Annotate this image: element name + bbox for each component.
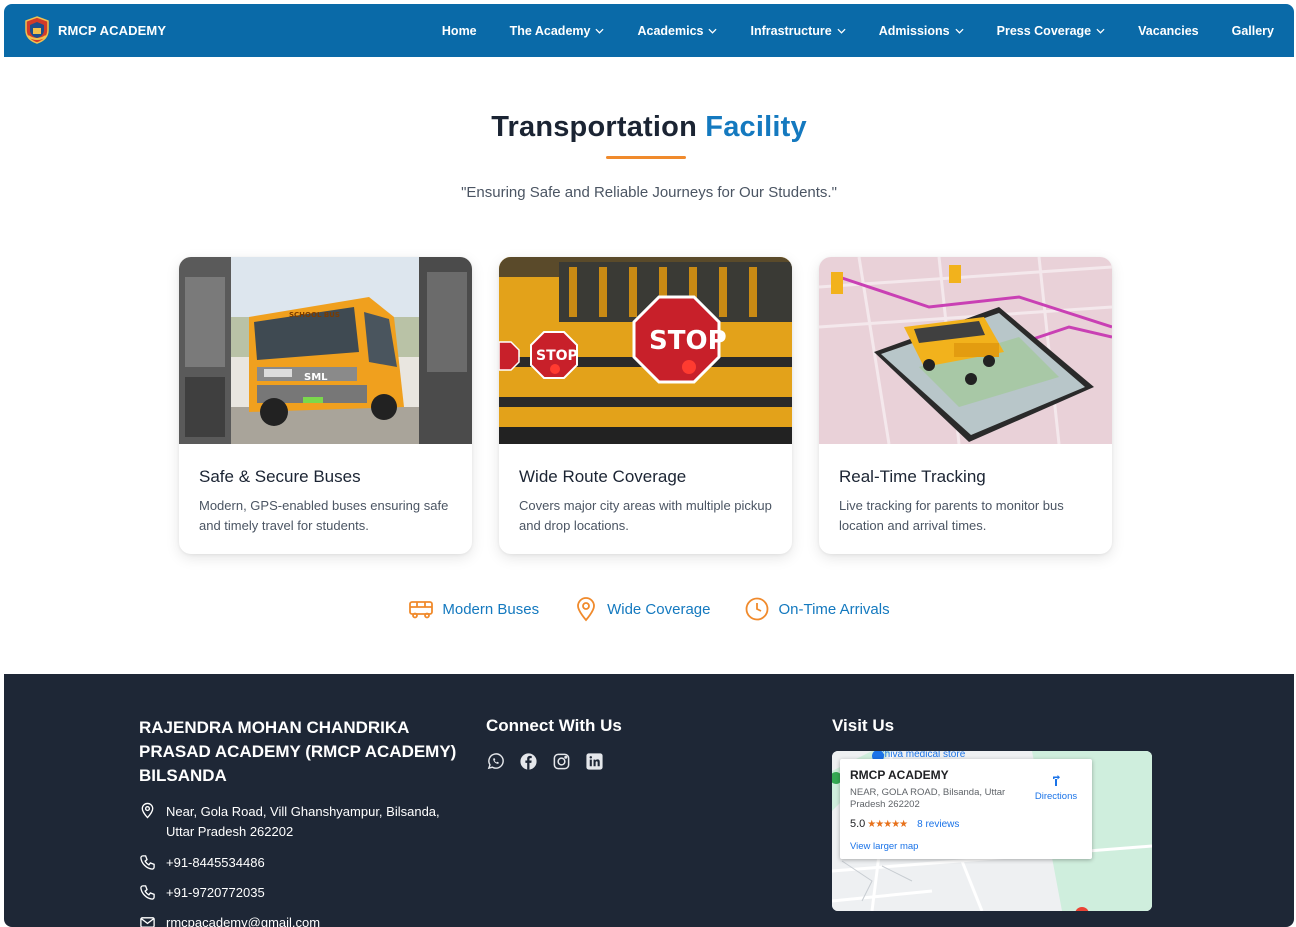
feature-modern-buses: Modern Buses [408, 596, 539, 622]
map-pin-icon [141, 802, 154, 819]
main-nav: Home The Academy Academics Infrastructur… [409, 4, 1274, 57]
nav-academics-label: Academics [637, 23, 704, 38]
page-title-accent: Facility [705, 111, 807, 143]
card-description: Modern, GPS-enabled buses ensuring safe … [199, 498, 449, 533]
school-bus-stop-sign-photo: STOP STOP [499, 257, 792, 444]
footer-address-row: Near, Gola Road, Vill Ghanshyampur, Bils… [139, 802, 459, 842]
orange-school-bus-photo: SML SCHOOL BUS [179, 257, 472, 444]
footer-social-column: Connect With Us [486, 716, 622, 771]
directions-button[interactable]: Directions [1030, 769, 1082, 802]
page-title: Transportation Facility [4, 111, 1294, 144]
footer-contact-column: RAJENDRA MOHAN CHANDRIKA PRASAD ACADEMY … [139, 716, 459, 927]
map-place-card: RMCP ACADEMY NEAR, GOLA ROAD, Bilsanda, … [840, 759, 1092, 859]
title-underline [606, 156, 686, 159]
directions-icon [1049, 771, 1063, 786]
connect-heading: Connect With Us [486, 716, 622, 735]
feature-label: Modern Buses [442, 600, 540, 618]
card-description: Live tracking for parents to monitor bus… [839, 498, 1064, 533]
facebook-icon[interactable] [519, 752, 538, 771]
map-rating-value: 5.0 [850, 818, 866, 830]
browser-window: RMCP ACADEMY Home The Academy Academics … [4, 4, 1294, 927]
feature-highlights: Modern Buses Wide Coverage On-Time Arriv… [4, 596, 1294, 622]
svg-text:STOP: STOP [649, 326, 727, 356]
card-description: Covers major city areas with multiple pi… [519, 498, 772, 533]
nav-press-coverage-label: Press Coverage [996, 23, 1092, 38]
footer-phone-2: +91-9720772035 [166, 885, 265, 900]
svg-text:SML: SML [304, 372, 328, 383]
mail-icon [140, 917, 155, 927]
nav-gallery[interactable]: Gallery [1232, 24, 1274, 38]
nav-vacancies[interactable]: Vacancies [1138, 24, 1198, 38]
nav-admissions[interactable]: Admissions [879, 24, 964, 38]
footer-email-row[interactable]: rmcpacademy@gmail.com [139, 914, 459, 927]
chevron-down-icon [837, 28, 846, 34]
nav-home-label: Home [441, 23, 477, 38]
brand-name: RMCP ACADEMY [58, 22, 167, 38]
card-route-coverage: STOP STOP Wide Route Coverage Covers maj… [499, 257, 792, 554]
academy-crest-icon [25, 16, 49, 44]
whatsapp-icon[interactable] [486, 752, 505, 771]
phone-icon [140, 855, 155, 870]
card-title: Safe & Secure Buses [199, 467, 361, 486]
directions-label: Directions [1034, 791, 1078, 802]
card-safe-buses: SML SCHOOL BUS Safe & Secure Buses Moder… [179, 257, 472, 554]
footer-org-name: RAJENDRA MOHAN CHANDRIKA PRASAD ACADEMY … [139, 718, 457, 785]
embedded-map[interactable]: Shiva medical store RMCP ACADEMY NEAR, G… [832, 751, 1152, 911]
view-larger-map-link[interactable]: View larger map [850, 841, 918, 852]
nav-infrastructure-label: Infrastructure [750, 23, 832, 38]
brand[interactable]: RMCP ACADEMY [24, 16, 166, 44]
linkedin-icon[interactable] [585, 752, 604, 771]
chevron-down-icon [1096, 28, 1105, 34]
map-rating: 5.0 ★★★★★ 8 reviews [850, 818, 959, 830]
nav-press-coverage[interactable]: Press Coverage [997, 24, 1106, 38]
phone-icon [140, 885, 155, 900]
feature-label: On-Time Arrivals [778, 600, 890, 618]
visit-heading: Visit Us [832, 716, 895, 735]
chevron-down-icon [955, 28, 964, 34]
footer-map-column: Visit Us Shiva medical store RMCP ACADEM… [832, 716, 1152, 911]
map-place-name: RMCP ACADEMY [850, 768, 949, 782]
nav-home[interactable]: Home [442, 24, 477, 38]
social-links [486, 752, 622, 771]
page-subtitle: "Ensuring Safe and Reliable Journeys for… [461, 184, 837, 201]
nav-the-academy[interactable]: The Academy [510, 24, 605, 38]
map-reviews-link[interactable]: 8 reviews [917, 819, 959, 830]
bus-icon [409, 601, 434, 619]
card-real-time-tracking: Real-Time Tracking Live tracking for par… [819, 257, 1112, 554]
nav-gallery-label: Gallery [1231, 23, 1274, 38]
svg-text:SCHOOL BUS: SCHOOL BUS [289, 311, 340, 319]
site-footer: RAJENDRA MOHAN CHANDRIKA PRASAD ACADEMY … [4, 674, 1294, 927]
feature-on-time-arrivals: On-Time Arrivals [744, 596, 890, 622]
footer-email: rmcpacademy@gmail.com [166, 915, 321, 927]
instagram-icon[interactable] [552, 752, 571, 771]
svg-text:STOP: STOP [536, 348, 578, 364]
bus-on-phone-map-illustration [819, 257, 1112, 444]
nav-vacancies-label: Vacancies [1138, 23, 1199, 38]
map-pin-icon [577, 597, 595, 622]
nav-infrastructure[interactable]: Infrastructure [750, 23, 846, 38]
nav-the-academy-label: The Academy [509, 23, 591, 38]
footer-phone-row[interactable]: +91-9720772035 [139, 884, 459, 901]
star-rating-icon: ★★★★★ [867, 818, 908, 830]
chevron-down-icon [708, 28, 718, 34]
card-title: Wide Route Coverage [519, 467, 687, 486]
footer-phone-row[interactable]: +91-8445534486 [139, 854, 459, 871]
footer-phone-1: +91-8445534486 [166, 855, 265, 870]
footer-address: Near, Gola Road, Vill Ghanshyampur, Bils… [166, 804, 440, 839]
nav-academics[interactable]: Academics [637, 23, 718, 38]
feature-label: Wide Coverage [607, 600, 711, 618]
feature-wide-coverage: Wide Coverage [573, 596, 710, 622]
top-navbar: RMCP ACADEMY Home The Academy Academics … [4, 4, 1294, 57]
chevron-down-icon [595, 28, 605, 34]
card-title: Real-Time Tracking [839, 467, 986, 486]
nav-admissions-label: Admissions [878, 23, 950, 38]
clock-icon [746, 597, 769, 621]
page-title-main: Transportation [491, 111, 698, 143]
map-place-address: NEAR, GOLA ROAD, Bilsanda, Uttar Pradesh… [850, 787, 1006, 810]
